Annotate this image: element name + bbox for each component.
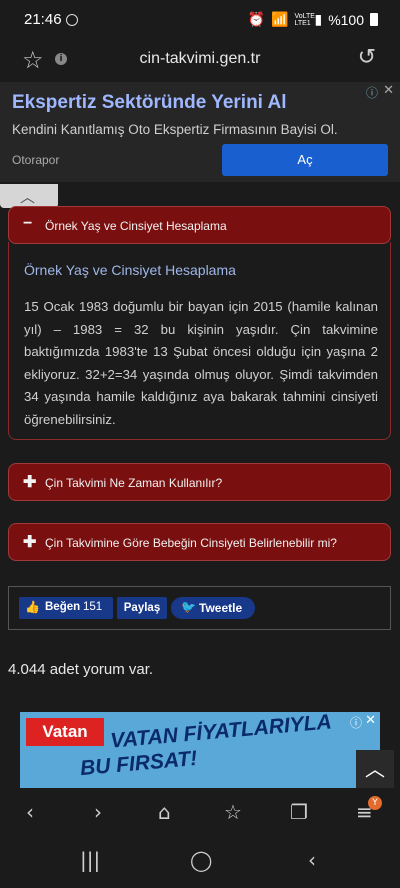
status-right: ⏰ 📶 VoLTE LTE1 ▮ %100 <box>248 11 378 28</box>
accordion-header-gender[interactable]: ✚ Çin Takvimine Göre Bebeğin Cinsiyeti B… <box>8 523 391 561</box>
browser-toolbar: ‹ › ⌂ ☆ ❐ ≡ Y <box>0 788 400 840</box>
alarm-icon: ⏰ <box>247 11 266 27</box>
ad-banner-bottom[interactable]: Vatan VATAN FİYATLARIYLA BU FIRSAT! ⓘ ✕ <box>20 712 380 788</box>
ad-slogan-line1: VATAN FİYATLARIYLA <box>109 712 333 753</box>
adchoices-icon[interactable]: ⓘ <box>350 714 362 731</box>
tabs-icon[interactable]: ❐ <box>290 800 308 824</box>
like-count: 151 <box>83 601 103 613</box>
share-buttons: 👍 Beğen 151 Paylaş 🐦 Tweetle <box>8 586 391 630</box>
browser-url-bar: ☆ i cin-takvimi.gen.tr ↺ <box>0 40 400 82</box>
signal-icon: ▮ <box>314 11 323 27</box>
ad-banner-top[interactable]: Ekspertiz Sektöründe Yerini Al Kendini K… <box>0 82 400 182</box>
facebook-share-button[interactable]: Paylaş <box>117 597 167 619</box>
ad-close-icon[interactable]: ✕ <box>383 83 394 98</box>
system-nav-bar: ||| ◯ ‹ <box>0 840 400 888</box>
home-icon[interactable]: ⌂ <box>158 800 171 824</box>
battery-text: %100 <box>328 11 364 28</box>
accordion-header-when[interactable]: ✚ Çin Takvimi Ne Zaman Kullanılır? <box>8 463 391 501</box>
accordion-body-text: 15 Ocak 1983 doğumlu bir bayan için 2015… <box>24 299 378 427</box>
recents-icon[interactable]: ||| <box>80 848 100 872</box>
facebook-like-button[interactable]: 👍 Beğen 151 <box>19 597 113 619</box>
accordion-body-title: Örnek Yaş ve Cinsiyet Hesaplama <box>24 262 236 278</box>
wifi-icon: 📶 <box>271 11 289 27</box>
ad-brand-logo: Vatan <box>26 718 104 746</box>
status-time: 21:46 <box>24 11 62 28</box>
ad-slogan-line2: BU FIRSAT! <box>79 746 199 781</box>
ad-headline[interactable]: Ekspertiz Sektöründe Yerini Al <box>12 92 287 114</box>
tweet-label: Tweetle <box>199 601 243 615</box>
url-text[interactable]: cin-takvimi.gen.tr <box>0 50 400 68</box>
plus-icon: ✚ <box>23 534 37 551</box>
status-bar: 21:46 ⏰ 📶 VoLTE LTE1 ▮ %100 <box>0 0 400 40</box>
accordion-body-example: Örnek Yaş ve Cinsiyet Hesaplama 15 Ocak … <box>8 242 391 440</box>
ad-advertiser: Otorapor <box>12 153 60 167</box>
twitter-bird-icon: 🐦 <box>181 600 196 614</box>
ad-collapse-tab[interactable]: ︿ <box>0 184 58 208</box>
ad-subline: Kendini Kanıtlamış Oto Ekspertiz Firması… <box>12 122 338 137</box>
accordion-title: Çin Takvimine Göre Bebeğin Cinsiyeti Bel… <box>45 536 337 550</box>
notification-icon <box>66 14 78 26</box>
minus-icon: − <box>23 215 33 232</box>
bookmarks-icon[interactable]: ☆ <box>224 800 242 824</box>
plus-icon: ✚ <box>23 474 37 491</box>
scroll-to-top-button[interactable]: ︿ <box>356 750 394 788</box>
chevron-up-icon: ︿ <box>20 188 36 206</box>
comment-count: 4.044 adet yorum var. <box>8 661 154 678</box>
reload-icon[interactable]: ↺ <box>358 45 376 70</box>
ad-open-button[interactable]: Aç <box>222 144 388 176</box>
ad-close-icon[interactable]: ✕ <box>365 713 376 728</box>
menu-badge: Y <box>368 796 382 810</box>
accordion-title: Örnek Yaş ve Cinsiyet Hesaplama <box>45 219 227 233</box>
accordion-header-example[interactable]: − Örnek Yaş ve Cinsiyet Hesaplama <box>8 206 391 244</box>
home-button-icon[interactable]: ◯ <box>190 848 212 872</box>
adchoices-icon[interactable]: ⓘ <box>366 84 378 101</box>
battery-icon <box>370 13 378 26</box>
like-label: Beğen <box>45 601 81 613</box>
back-icon[interactable]: ‹ <box>26 800 34 824</box>
network-label: VoLTE LTE1 <box>294 12 315 27</box>
tweet-button[interactable]: 🐦 Tweetle <box>171 597 255 619</box>
chevron-up-icon: ︿ <box>365 757 385 781</box>
forward-icon[interactable]: › <box>94 800 102 824</box>
thumbs-up-icon: 👍 <box>25 600 40 614</box>
system-back-icon[interactable]: ‹ <box>308 848 316 872</box>
accordion-title: Çin Takvimi Ne Zaman Kullanılır? <box>45 476 223 490</box>
